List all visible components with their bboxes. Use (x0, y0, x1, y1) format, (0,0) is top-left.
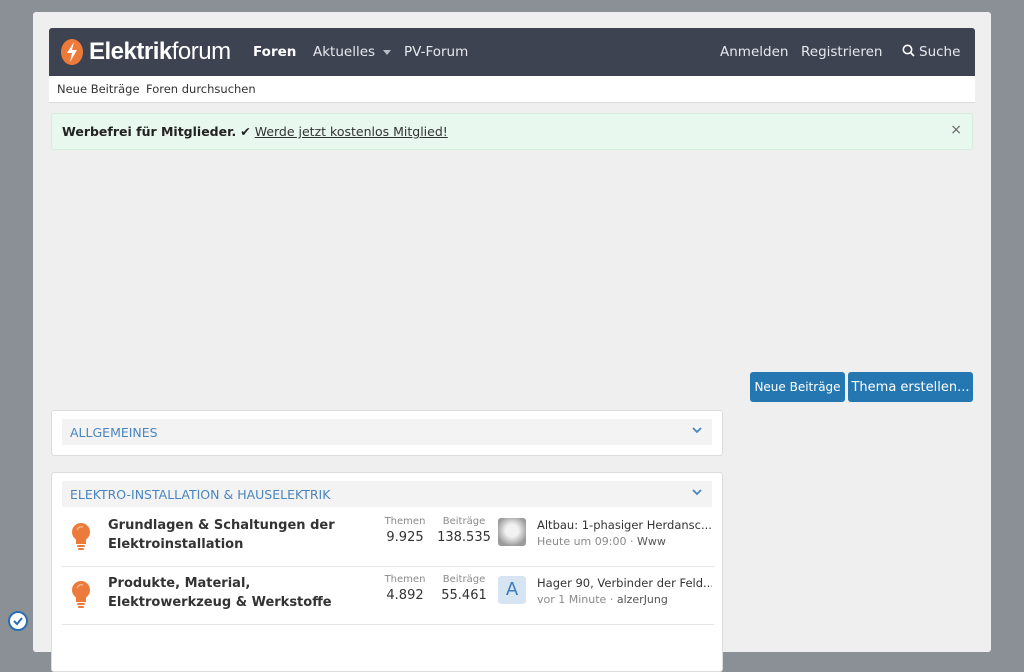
forum-row: Grundlagen & Schaltungen der Elektroinst… (62, 508, 714, 567)
join-link[interactable]: Werde jetzt kostenlos Mitglied! (255, 124, 448, 139)
forum-stat-themen: Themen 4.892 (384, 574, 426, 603)
sub-navigation: Neue Beiträge Foren durchsuchen (49, 76, 975, 103)
lightbulb-icon (72, 523, 90, 550)
site-logo[interactable]: Elektrikforum (61, 38, 231, 66)
login-link[interactable]: Anmelden (720, 44, 788, 60)
last-post: Altbau: 1-phasiger Herdansc... Heute um … (537, 518, 712, 548)
top-navigation-bar: Elektrikforum Foren Aktuelles PV-Forum A… (49, 28, 975, 76)
search-link[interactable]: Suche (902, 44, 960, 60)
nav-aktuelles[interactable]: Aktuelles (313, 44, 392, 60)
forum-row: Produkte, Material, Elektrowerkzeug & We… (62, 566, 714, 625)
avatar[interactable] (498, 518, 526, 546)
lightning-logo-icon (61, 39, 83, 65)
register-link[interactable]: Registrieren (801, 44, 882, 60)
avatar[interactable]: A (498, 576, 526, 604)
category-title[interactable]: ELEKTRO-INSTALLATION & HAUSELEKTRIK (70, 487, 330, 502)
chevron-down-icon[interactable] (692, 487, 702, 497)
forum-stat-beitraege: Beiträge 138.535 (437, 516, 491, 545)
new-posts-button[interactable]: Neue Beiträge (750, 372, 845, 402)
subnav-neue-beitraege[interactable]: Neue Beiträge (57, 82, 140, 96)
chevron-down-icon[interactable] (692, 425, 702, 435)
last-post-title[interactable]: Altbau: 1-phasiger Herdansc... (537, 518, 712, 532)
chevron-down-icon (383, 49, 392, 55)
last-post-user[interactable]: alzerJung (617, 593, 668, 606)
category-block-elektro: ELEKTRO-INSTALLATION & HAUSELEKTRIK Grun… (51, 472, 723, 672)
category-title[interactable]: ALLGEMEINES (70, 425, 158, 440)
last-post-title[interactable]: Hager 90, Verbinder der Feld... (537, 576, 712, 590)
last-post: Hager 90, Verbinder der Feld... vor 1 Mi… (537, 576, 712, 606)
forum-title[interactable]: Produkte, Material, Elektrowerkzeug & We… (108, 574, 358, 612)
category-header[interactable]: ALLGEMEINES (62, 419, 712, 445)
page-container: Elektrikforum Foren Aktuelles PV-Forum A… (33, 12, 991, 672)
forum-title[interactable]: Grundlagen & Schaltungen der Elektroinst… (108, 516, 358, 554)
last-post-time: vor 1 Minute (537, 593, 607, 606)
create-thread-button[interactable]: Thema erstellen... (848, 372, 973, 402)
forum-stat-beitraege: Beiträge 55.461 (441, 574, 487, 603)
last-post-time: Heute um 09:00 (537, 535, 627, 548)
logo-wordmark: Elektrikforum (89, 38, 231, 65)
membership-notice: Werbefrei für Mitglieder. ✔ Werde jetzt … (51, 113, 973, 150)
close-icon[interactable]: × (950, 122, 962, 138)
lightbulb-icon (72, 581, 90, 608)
nav-pv-forum[interactable]: PV-Forum (404, 44, 468, 60)
category-header[interactable]: ELEKTRO-INSTALLATION & HAUSELEKTRIK (62, 481, 712, 507)
notice-bold-text: Werbefrei für Mitglieder. (62, 124, 237, 139)
category-block-allgemeines: ALLGEMEINES (51, 410, 723, 456)
nav-foren[interactable]: Foren (253, 44, 296, 60)
last-post-user[interactable]: Www (637, 535, 666, 548)
privacy-badge-icon[interactable] (8, 611, 28, 631)
check-icon: ✔ (240, 124, 251, 139)
subnav-foren-durchsuchen[interactable]: Foren durchsuchen (146, 82, 256, 96)
search-icon (902, 44, 915, 57)
forum-stat-themen: Themen 9.925 (384, 516, 426, 545)
